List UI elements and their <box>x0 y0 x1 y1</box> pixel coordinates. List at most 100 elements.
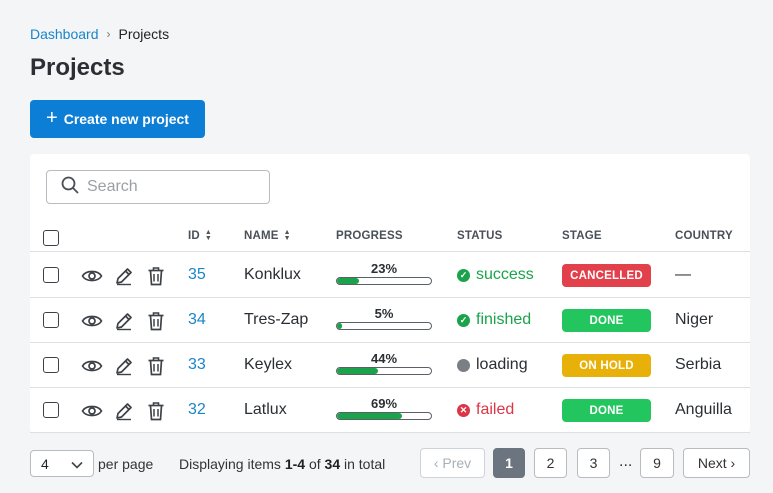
header-name[interactable]: NAME ▲ ▼ <box>244 229 291 242</box>
table-footer: 4 per page Displaying items 1-4 of 34 in… <box>0 447 773 481</box>
header-country: COUNTRY <box>675 230 733 242</box>
trash-icon[interactable] <box>144 354 168 378</box>
progress-bar-fill <box>337 368 379 374</box>
stage-badge: CANCELLED <box>562 264 651 287</box>
row-actions <box>80 354 168 378</box>
project-id-link[interactable]: 32 <box>188 401 206 419</box>
project-id-link[interactable]: 35 <box>188 266 206 284</box>
eye-icon[interactable] <box>80 264 104 288</box>
pencil-icon[interactable] <box>112 309 136 333</box>
status-text: finished <box>476 311 532 328</box>
row-actions <box>80 399 168 423</box>
progress-bar-fill <box>337 323 342 329</box>
pagination-ellipsis: ... <box>619 453 633 470</box>
progress-indicator: 5% <box>336 306 432 330</box>
pencil-icon[interactable] <box>112 264 136 288</box>
search-icon <box>61 176 79 199</box>
create-project-label: Create new project <box>63 111 189 127</box>
table-row: 33 Keylex 44% loading ON HOLD Serbia <box>30 343 750 388</box>
progress-indicator: 23% <box>336 261 432 285</box>
next-page-button[interactable]: Next › <box>683 448 750 478</box>
header-progress: PROGRESS <box>336 230 403 242</box>
pencil-icon[interactable] <box>112 354 136 378</box>
page-button-3[interactable]: 3 <box>577 448 610 478</box>
per-page-select[interactable]: 4 <box>30 450 94 477</box>
trash-icon[interactable] <box>144 309 168 333</box>
table-row: 35 Konklux 23% ✓ success CANCELLED — <box>30 253 750 298</box>
stage-badge: ON HOLD <box>562 354 651 377</box>
project-name: Tres-Zap <box>244 311 309 328</box>
page-title: Projects <box>30 54 125 81</box>
select-all-checkbox[interactable] <box>43 230 59 246</box>
check-circle-icon: ✓ <box>457 313 470 327</box>
project-name: Konklux <box>244 266 301 283</box>
row-checkbox[interactable] <box>43 267 59 283</box>
progress-bar-fill <box>337 413 402 419</box>
projects-table-card: ID ▲▼ NAME ▲▼ PROGRESS STATUS STAGE COUN… <box>30 154 750 433</box>
eye-icon[interactable] <box>80 399 104 423</box>
project-country: Serbia <box>675 356 722 373</box>
status-indicator: loading <box>457 356 528 374</box>
table-header: ID ▲ ▼ NAME ▲ ▼ PROGRESS STATUS STAGE COUN… <box>30 222 750 252</box>
header-status: STATUS <box>457 230 503 242</box>
progress-percent: 69% <box>370 396 398 411</box>
prev-page-button[interactable]: ‹ Prev <box>420 448 485 478</box>
status-indicator: ✓ success <box>457 266 534 284</box>
create-project-button[interactable]: + Create new project <box>30 100 205 138</box>
header-id[interactable]: ID ▲ ▼ <box>188 229 213 242</box>
status-indicator: ✕ failed <box>457 401 514 419</box>
breadcrumb-separator: › <box>106 27 111 41</box>
project-name: Latlux <box>244 401 287 418</box>
pencil-icon[interactable] <box>112 399 136 423</box>
status-text: success <box>476 266 534 283</box>
status-text: loading <box>476 356 528 373</box>
eye-icon[interactable] <box>80 354 104 378</box>
progress-indicator: 44% <box>336 351 432 375</box>
table-row: 32 Latlux 69% ✕ failed DONE Anguilla <box>30 388 750 433</box>
progress-bar <box>336 412 432 420</box>
status-indicator: ✓ finished <box>457 311 531 329</box>
items-summary: Displaying items 1-4 of 34 in total <box>179 456 386 472</box>
page-button-1[interactable]: 1 <box>493 448 525 478</box>
trash-icon[interactable] <box>144 399 168 423</box>
sort-icon: ▲ ▼ <box>204 229 213 242</box>
progress-bar <box>336 277 432 285</box>
table-row: 34 Tres-Zap 5% ✓ finished DONE Niger <box>30 298 750 343</box>
row-checkbox[interactable] <box>43 402 59 418</box>
row-checkbox[interactable] <box>43 312 59 328</box>
header-stage: STAGE <box>562 230 602 242</box>
per-page-value: 4 <box>41 455 49 472</box>
eye-icon[interactable] <box>80 309 104 333</box>
row-actions <box>80 309 168 333</box>
progress-percent: 5% <box>374 306 394 321</box>
page-button-2[interactable]: 2 <box>534 448 567 478</box>
per-page-label: per page <box>98 456 154 472</box>
page-button-9[interactable]: 9 <box>640 448 674 478</box>
progress-percent: 23% <box>370 261 398 276</box>
project-country: — <box>675 266 691 283</box>
breadcrumb-link-dashboard[interactable]: Dashboard <box>30 26 99 42</box>
stage-badge: DONE <box>562 399 651 422</box>
stage-badge: DONE <box>562 309 651 332</box>
trash-icon[interactable] <box>144 264 168 288</box>
status-text: failed <box>476 401 515 418</box>
progress-percent: 44% <box>370 351 398 366</box>
search-box <box>46 170 270 204</box>
plus-icon: + <box>46 107 58 129</box>
progress-indicator: 69% <box>336 396 432 420</box>
project-country: Niger <box>675 311 714 328</box>
project-name: Keylex <box>244 356 293 373</box>
project-country: Anguilla <box>675 401 732 418</box>
chevron-down-icon <box>71 456 83 472</box>
row-actions <box>80 264 168 288</box>
loading-dot-icon <box>457 358 470 372</box>
project-id-link[interactable]: 33 <box>188 356 206 374</box>
search-input[interactable] <box>87 178 247 196</box>
progress-bar <box>336 367 432 375</box>
breadcrumb-current: Projects <box>118 26 170 42</box>
row-checkbox[interactable] <box>43 357 59 373</box>
sort-icon: ▲ ▼ <box>283 229 291 242</box>
error-circle-icon: ✕ <box>457 403 470 417</box>
project-id-link[interactable]: 34 <box>188 311 206 329</box>
breadcrumb: Dashboard › Projects <box>30 26 169 42</box>
